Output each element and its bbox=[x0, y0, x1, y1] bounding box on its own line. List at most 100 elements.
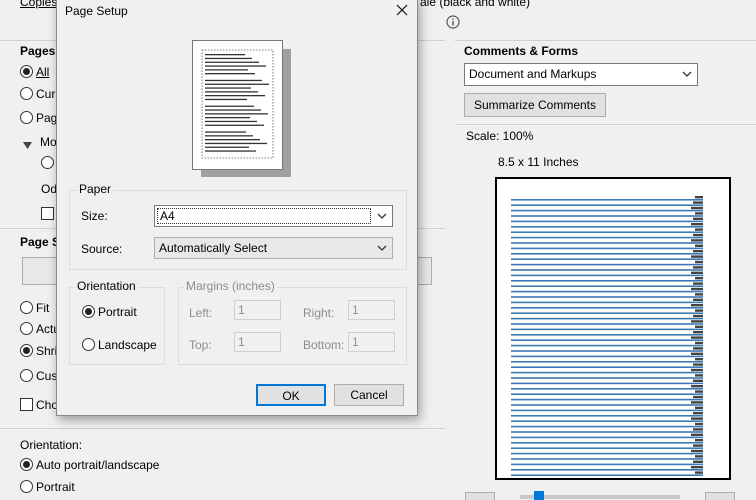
pages-all-radio[interactable] bbox=[20, 65, 33, 78]
landscape-radio[interactable] bbox=[82, 338, 95, 351]
size-select[interactable]: A4 bbox=[154, 205, 393, 227]
thumb-text-line bbox=[205, 98, 247, 101]
top-margin-label: Top: bbox=[189, 338, 212, 352]
top-margin-input[interactable]: 1 bbox=[234, 332, 281, 352]
thumb-text-line bbox=[205, 131, 246, 133]
pages-range-label[interactable]: Pag bbox=[36, 111, 57, 125]
size-value: A4 bbox=[157, 208, 371, 224]
preview-number bbox=[695, 455, 703, 458]
pages-range-radio[interactable] bbox=[20, 111, 33, 124]
left-margin-label: Left: bbox=[189, 306, 213, 320]
thumb-text-line bbox=[205, 65, 266, 67]
right-margin-input[interactable]: 1 bbox=[348, 300, 395, 320]
thumb-text-line bbox=[205, 142, 267, 145]
preview-number bbox=[693, 347, 703, 350]
thumb-text-line bbox=[205, 109, 261, 111]
orientation-group bbox=[69, 287, 165, 365]
thumb-text-line bbox=[205, 95, 265, 97]
sizing-fit-label[interactable]: Fit bbox=[36, 301, 49, 315]
cancel-button[interactable]: Cancel bbox=[334, 384, 404, 406]
preview-number bbox=[695, 406, 703, 409]
sizing-shrink-radio[interactable] bbox=[20, 344, 33, 357]
source-select[interactable]: Automatically Select bbox=[154, 237, 393, 259]
preview-number bbox=[691, 320, 703, 323]
preview-line bbox=[511, 258, 703, 260]
preview-line bbox=[511, 474, 703, 476]
grayscale-label[interactable]: ale (black and white) bbox=[420, 0, 530, 9]
thumb-text-line bbox=[205, 57, 252, 60]
preview-line bbox=[511, 328, 703, 331]
sizing-fit-radio[interactable] bbox=[20, 301, 33, 314]
paper-preview bbox=[192, 40, 283, 170]
preview-line bbox=[511, 280, 703, 282]
sizing-custom-label[interactable]: Cus bbox=[36, 369, 57, 383]
orientation-group-label: Orientation bbox=[75, 279, 138, 293]
preview-number bbox=[695, 277, 703, 280]
page-slider-track[interactable] bbox=[520, 495, 680, 499]
portrait-radio[interactable] bbox=[20, 480, 33, 493]
preview-line bbox=[511, 290, 703, 293]
pages-all-label[interactable]: All bbox=[36, 65, 49, 79]
preview-number bbox=[691, 352, 703, 355]
preview-line bbox=[511, 371, 703, 374]
preview-number bbox=[695, 228, 703, 231]
preview-line bbox=[511, 355, 703, 358]
preview-line bbox=[511, 296, 703, 298]
preview-number bbox=[691, 206, 703, 210]
sizing-shrink-label[interactable]: Shri bbox=[36, 344, 57, 358]
thumb-text-line bbox=[205, 54, 245, 56]
choose-paper-checkbox[interactable] bbox=[20, 398, 33, 411]
landscape-label[interactable]: Landscape bbox=[98, 338, 157, 352]
sizing-actual-radio[interactable] bbox=[20, 322, 33, 335]
summarize-comments-button[interactable]: Summarize Comments bbox=[464, 93, 606, 117]
triangle-down-icon[interactable] bbox=[23, 138, 32, 152]
preview-number bbox=[691, 336, 703, 339]
reverse-pages-checkbox[interactable] bbox=[41, 207, 54, 220]
preview-number bbox=[691, 304, 703, 307]
section-divider bbox=[455, 40, 756, 41]
auto-portrait-label[interactable]: Auto portrait/landscape bbox=[36, 458, 159, 472]
preview-line bbox=[511, 220, 703, 223]
auto-portrait-radio[interactable] bbox=[20, 458, 33, 471]
more-options-radio[interactable] bbox=[41, 156, 54, 169]
info-icon[interactable] bbox=[446, 15, 460, 29]
portrait-label[interactable]: Portrait bbox=[36, 480, 75, 494]
preview-line bbox=[511, 269, 703, 271]
more-options-label[interactable]: Mo bbox=[40, 135, 57, 149]
pages-current-label[interactable]: Cur bbox=[36, 87, 55, 101]
preview-line bbox=[511, 215, 703, 217]
left-margin-input[interactable]: 1 bbox=[234, 300, 281, 320]
thumb-text-line bbox=[205, 79, 262, 82]
pages-current-radio[interactable] bbox=[20, 87, 33, 100]
preview-line bbox=[511, 409, 703, 412]
sizing-custom-radio[interactable] bbox=[20, 369, 33, 382]
preview-number bbox=[693, 298, 703, 301]
preview-line bbox=[511, 458, 703, 460]
preview-number bbox=[693, 379, 703, 382]
previous-page-button[interactable] bbox=[465, 492, 495, 500]
next-page-button[interactable] bbox=[705, 492, 735, 500]
preview-number bbox=[691, 433, 703, 436]
preview-number bbox=[693, 250, 703, 253]
comments-forms-select[interactable]: Document and Markups bbox=[464, 63, 698, 86]
preview-number bbox=[695, 196, 703, 199]
comments-forms-title: Comments & Forms bbox=[464, 44, 579, 58]
thumb-text-line bbox=[205, 139, 260, 141]
preview-number bbox=[693, 428, 703, 431]
thumb-text-line bbox=[205, 150, 256, 152]
preview-line bbox=[511, 242, 703, 244]
bottom-margin-input[interactable]: 1 bbox=[348, 332, 395, 352]
preview-line bbox=[511, 209, 703, 212]
preview-line bbox=[511, 253, 703, 255]
portrait-label[interactable]: Portrait bbox=[98, 305, 137, 319]
page-slider-thumb[interactable] bbox=[534, 491, 544, 500]
choose-paper-label[interactable]: Cho bbox=[36, 398, 58, 412]
preview-number bbox=[691, 255, 703, 258]
close-icon[interactable] bbox=[394, 2, 410, 18]
ok-button[interactable]: OK bbox=[256, 384, 326, 406]
portrait-radio[interactable] bbox=[82, 305, 95, 318]
preview-number bbox=[693, 266, 703, 269]
preview-number bbox=[693, 217, 703, 220]
thumb-text-line bbox=[205, 83, 269, 85]
preview-line bbox=[511, 393, 703, 395]
